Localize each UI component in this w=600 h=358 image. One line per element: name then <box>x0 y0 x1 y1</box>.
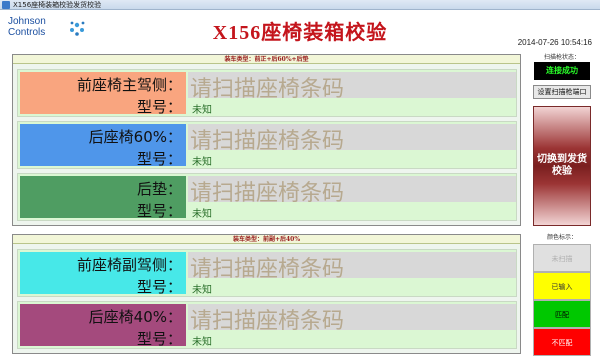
scanner-status-indicator: 连接成功 <box>534 62 590 80</box>
model-label: 型号： <box>136 330 182 348</box>
seat-name: 前座椅主驾侧： <box>76 76 182 94</box>
barcode-scan-field[interactable]: 请扫描座椅条码 <box>188 124 516 154</box>
color-legend-caption: 颜色标示： <box>546 234 577 241</box>
model-label: 型号： <box>136 150 182 168</box>
title-bar: X156座椅装箱校验发货校验 <box>0 0 600 10</box>
model-label: 型号： <box>136 202 182 220</box>
seat-label-box: 后垫： 型号： <box>20 176 186 220</box>
model-label: 型号： <box>136 278 182 296</box>
scan-placeholder: 请扫描座椅条码 <box>190 257 345 282</box>
scan-placeholder: 请扫描座椅条码 <box>190 181 345 206</box>
seat-row-rear-cushion: 后垫： 型号： 请扫描座椅条码 未知 <box>17 173 517 221</box>
legend-mismatched: 不匹配 <box>533 328 591 356</box>
barcode-scan-field[interactable]: 请扫描座椅条码 <box>188 72 516 102</box>
seat-name: 后座椅60%： <box>88 128 182 146</box>
logo-text-line2: Controls <box>8 27 46 38</box>
set-scanner-port-button[interactable]: 设置扫描枪端口 <box>533 85 591 99</box>
scan-placeholder: 请扫描座椅条码 <box>190 77 345 102</box>
barcode-scan-field[interactable]: 请扫描座椅条码 <box>188 252 516 282</box>
load-group-2: 装车类型：前副+后40% 前座椅副驾侧： 型号： 请扫描座椅条码 未知 后座椅4… <box>12 234 521 354</box>
app-icon <box>2 1 10 9</box>
legend-not-scanned: 未扫描 <box>533 244 591 272</box>
model-label: 型号： <box>136 98 182 116</box>
app-window: X156座椅装箱校验发货校验 Johnson Controls X156座椅装箱… <box>0 0 600 358</box>
model-value: 未知 <box>192 209 212 220</box>
barcode-scan-field[interactable]: 请扫描座椅条码 <box>188 304 516 334</box>
model-value: 未知 <box>192 105 212 116</box>
scan-placeholder: 请扫描座椅条码 <box>190 309 345 334</box>
seat-row-passenger-front: 前座椅副驾侧： 型号： 请扫描座椅条码 未知 <box>17 249 517 297</box>
scan-placeholder: 请扫描座椅条码 <box>190 129 345 154</box>
model-value: 未知 <box>192 285 212 296</box>
seat-label-box: 后座椅60%： 型号： <box>20 124 186 168</box>
model-value: 未知 <box>192 157 212 168</box>
seat-row-driver-front: 前座椅主驾侧： 型号： 请扫描座椅条码 未知 <box>17 69 517 117</box>
seat-row-rear-60: 后座椅60%： 型号： 请扫描座椅条码 未知 <box>17 121 517 169</box>
seat-name: 后座椅40%： <box>88 308 182 326</box>
group-caption: 装车类型：前正+后60%+后垫 <box>13 55 520 64</box>
seat-name: 前座椅副驾侧： <box>76 256 182 274</box>
window-title: X156座椅装箱校验发货校验 <box>13 1 102 9</box>
legend-matched: 匹配 <box>533 300 591 328</box>
group-caption: 装车类型：前副+后40% <box>13 235 520 244</box>
logo-text-line1: Johnson <box>8 16 46 27</box>
model-value: 未知 <box>192 337 212 348</box>
switch-to-shipping-check-button[interactable]: 切换到发货校验 <box>533 106 591 226</box>
header: Johnson Controls X156座椅装箱校验 2014-07-26 1… <box>0 10 600 50</box>
seat-label-box: 前座椅主驾侧： 型号： <box>20 72 186 116</box>
barcode-scan-field[interactable]: 请扫描座椅条码 <box>188 176 516 206</box>
company-logo: Johnson Controls <box>8 16 118 46</box>
seat-label-box: 前座椅副驾侧： 型号： <box>20 252 186 296</box>
legend-entered: 已输入 <box>533 272 591 300</box>
right-panel: 扫描枪状态： 连接成功 设置扫描枪端口 切换到发货校验 颜色标示： 未扫描 已输… <box>530 54 594 356</box>
load-group-1: 装车类型：前正+后60%+后垫 前座椅主驾侧： 型号： 请扫描座椅条码 未知 后… <box>12 54 521 226</box>
logo-mark-icon <box>70 21 85 36</box>
datetime-display: 2014-07-26 10:54:16 <box>517 38 592 47</box>
seat-label-box: 后座椅40%： 型号： <box>20 304 186 348</box>
seat-row-rear-40: 后座椅40%： 型号： 请扫描座椅条码 未知 <box>17 301 517 349</box>
scanner-status-caption: 扫描枪状态： <box>543 54 580 61</box>
page-title: X156座椅装箱校验 <box>212 22 388 44</box>
seat-name: 后垫： <box>136 180 182 198</box>
